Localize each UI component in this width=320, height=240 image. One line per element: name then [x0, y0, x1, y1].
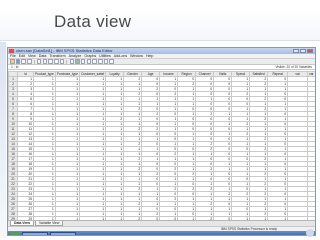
column-header[interactable]: Customer_satisf — [79, 71, 107, 77]
menu-item-transform[interactable]: Transform — [49, 54, 65, 58]
open-file-icon[interactable] — [10, 59, 15, 64]
menu-item-analyze[interactable]: Analyze — [69, 54, 82, 58]
spss-data-editor-window: chen.sav [DataSet1] - IBM SPSS Statistic… — [7, 47, 316, 236]
weight-cases-icon[interactable] — [92, 59, 97, 64]
cell-reference[interactable]: 1 : id — [11, 65, 18, 70]
data-table: id Product_type Purchase_type Customer_sati… — [8, 71, 315, 220]
taskbar-item[interactable] — [50, 232, 76, 235]
menu-item-graphs[interactable]: Graphs — [84, 54, 96, 58]
save-icon[interactable] — [15, 59, 21, 64]
value-labels-icon[interactable] — [103, 59, 109, 64]
find-icon[interactable] — [69, 59, 75, 64]
minimize-button[interactable] — [293, 49, 299, 53]
split-file-icon[interactable] — [86, 59, 92, 64]
window-titlebar: chen.sav [DataSet1] - IBM SPSS Statistic… — [8, 48, 315, 54]
insert-variable-icon[interactable] — [80, 59, 86, 64]
data-grid: id Product_type Purchase_type Customer_sati… — [8, 71, 315, 220]
taskbar: 10:42 — [8, 231, 315, 235]
slide-title: Data view — [54, 12, 132, 31]
title-band — [0, 8, 320, 42]
menu-item-data[interactable]: Data — [39, 54, 47, 58]
goto-variable-icon[interactable] — [54, 59, 59, 64]
column-header[interactable]: Satisfied — [249, 71, 269, 77]
menu-item-help[interactable]: Help — [146, 54, 153, 58]
column-header[interactable]: Channel — [195, 71, 215, 77]
menu-item-add-ons[interactable]: Add-ons — [114, 54, 127, 58]
column-header[interactable]: Purchase_type — [54, 71, 81, 77]
start-button[interactable] — [10, 232, 20, 235]
undo-icon[interactable] — [36, 59, 42, 64]
close-button[interactable] — [307, 49, 313, 53]
window-title: chen.sav [DataSet1] - IBM SPSS Statistic… — [16, 48, 113, 53]
slide: Data view chen.sav [DataSet1] - IBM SPSS… — [0, 0, 320, 240]
column-header[interactable]: var — [307, 71, 315, 77]
toolbar-separator — [66, 59, 68, 64]
slide-ribbon — [0, 42, 6, 238]
menu-item-file[interactable]: File — [10, 54, 16, 58]
use-sets-icon[interactable] — [109, 59, 114, 64]
redo-icon[interactable] — [42, 59, 48, 64]
spss-app-icon — [9, 49, 14, 53]
window-controls — [293, 49, 313, 53]
menu-item-view[interactable]: View — [28, 54, 36, 58]
cell-editor-bar: 1 : id Visible: 20 of 20 Variables — [8, 65, 315, 70]
select-cases-icon[interactable] — [98, 59, 103, 64]
goto-case-icon[interactable] — [48, 59, 53, 64]
menu-item-window[interactable]: Window — [130, 54, 143, 58]
slide-corner-decoration — [306, 229, 314, 237]
dialog-recall-icon[interactable] — [27, 59, 32, 64]
title-divider — [0, 40, 320, 42]
toolbar-separator — [33, 59, 35, 64]
column-header[interactable]: Product_type — [33, 71, 56, 77]
insert-cases-icon[interactable] — [75, 59, 80, 64]
maximize-button[interactable] — [300, 49, 306, 53]
taskbar-item[interactable] — [22, 232, 48, 235]
menu-item-edit[interactable]: Edit — [19, 54, 25, 58]
variables-icon[interactable] — [59, 59, 65, 64]
visible-variables-count: Visible: 20 of 20 Variables — [275, 65, 312, 69]
print-icon[interactable] — [21, 59, 26, 64]
menu-item-utilities[interactable]: Utilities — [99, 54, 111, 58]
